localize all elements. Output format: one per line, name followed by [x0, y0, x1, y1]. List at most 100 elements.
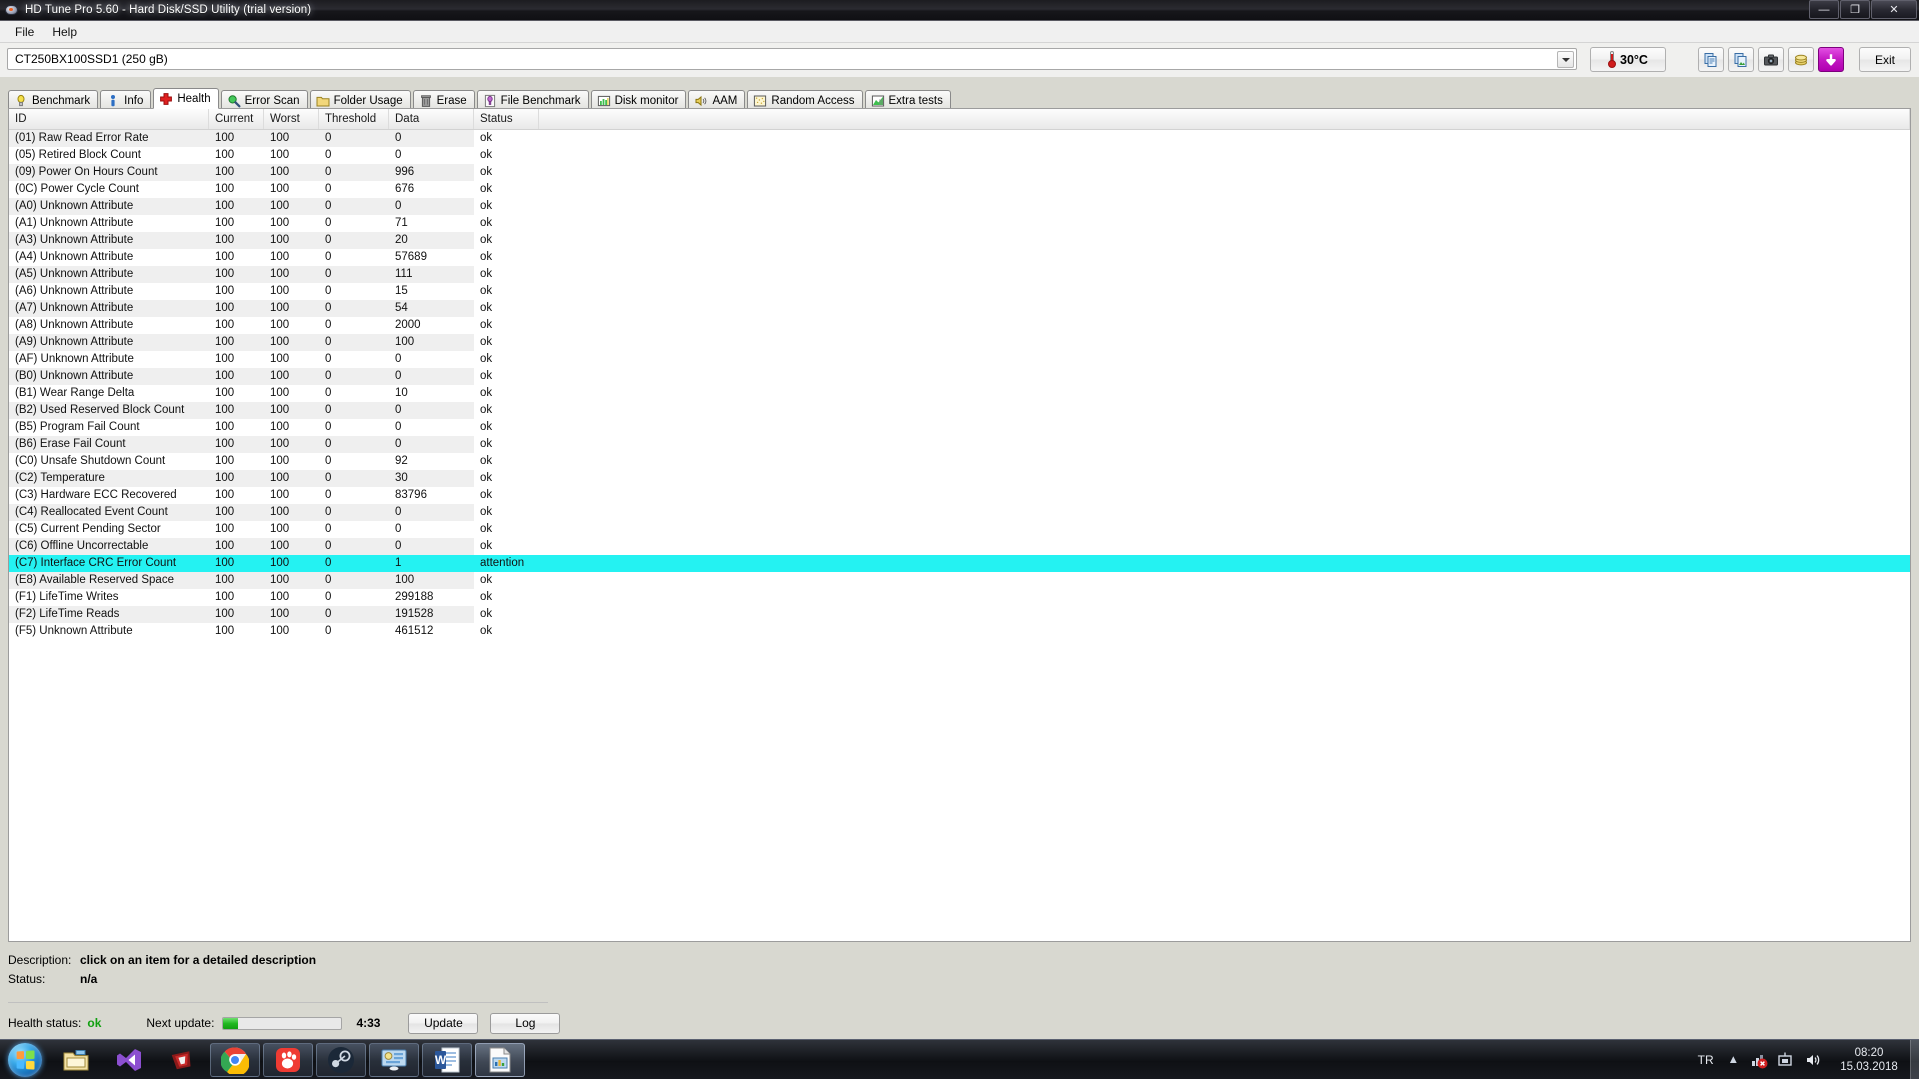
- taskbar-item-google-chrome[interactable]: [210, 1042, 260, 1077]
- table-row[interactable]: (A6) Unknown Attribute 100 100 0 15 ok: [9, 283, 1910, 300]
- table-row[interactable]: (F5) Unknown Attribute 100 100 0 461512 ok: [9, 623, 1910, 640]
- table-row[interactable]: (01) Raw Read Error Rate 100 100 0 0 ok: [9, 130, 1910, 147]
- cell-filler: [539, 351, 1910, 368]
- maximize-button[interactable]: ❐: [1840, 0, 1870, 19]
- table-row[interactable]: (C2) Temperature 100 100 0 30 ok: [9, 470, 1910, 487]
- tab-health[interactable]: Health: [153, 88, 219, 109]
- network-error-icon[interactable]: [1749, 1050, 1769, 1070]
- table-row[interactable]: (A5) Unknown Attribute 100 100 0 111 ok: [9, 266, 1910, 283]
- table-row[interactable]: (B1) Wear Range Delta 100 100 0 10 ok: [9, 385, 1910, 402]
- cell-threshold: 0: [325, 353, 332, 365]
- action-center-icon[interactable]: [1776, 1050, 1796, 1070]
- screenshot-button[interactable]: [1758, 47, 1784, 72]
- table-row[interactable]: (C0) Unsafe Shutdown Count 100 100 0 92 ok: [9, 453, 1910, 470]
- show-desktop-button[interactable]: [1910, 1040, 1919, 1079]
- table-row[interactable]: (C5) Current Pending Sector 100 100 0 0 ok: [9, 521, 1910, 538]
- tab-disk-monitor[interactable]: Disk monitor: [590, 90, 687, 110]
- tab-erase[interactable]: Erase: [412, 90, 475, 110]
- taskbar-item-hd-tune-pro[interactable]: [475, 1042, 525, 1077]
- table-row[interactable]: (A3) Unknown Attribute 100 100 0 20 ok: [9, 232, 1910, 249]
- cell-status: ok: [480, 149, 493, 161]
- clock[interactable]: 08:20 15.03.2018: [1830, 1046, 1908, 1074]
- exit-button[interactable]: Exit: [1859, 47, 1911, 72]
- title-bar: HD Tune Pro 5.60 - Hard Disk/SSD Utility…: [0, 0, 1919, 21]
- table-row[interactable]: (B5) Program Fail Count 100 100 0 0 ok: [9, 419, 1910, 436]
- cell-data: 0: [395, 421, 402, 433]
- tab-info[interactable]: Info: [100, 90, 152, 110]
- table-row[interactable]: (A0) Unknown Attribute 100 100 0 0 ok: [9, 198, 1910, 215]
- table-row[interactable]: (F2) LifeTime Reads 100 100 0 191528 ok: [9, 606, 1910, 623]
- taskbar-item-steam[interactable]: [316, 1042, 366, 1077]
- table-row[interactable]: (B0) Unknown Attribute 100 100 0 0 ok: [9, 368, 1910, 385]
- taskbar-item-explorer[interactable]: [51, 1043, 101, 1077]
- tab-random-access[interactable]: Random Access: [747, 90, 863, 110]
- cell-filler: [539, 130, 1910, 147]
- disk-info-button[interactable]: [1788, 47, 1814, 72]
- log-button[interactable]: Log: [490, 1012, 561, 1034]
- table-row[interactable]: (B2) Used Reserved Block Count 100 100 0 0 ok: [9, 402, 1910, 419]
- taskbar-item-visual-studio[interactable]: [104, 1043, 154, 1077]
- column-header-threshold[interactable]: Threshold: [319, 109, 389, 129]
- tab-extra-tests[interactable]: Extra tests: [864, 90, 951, 110]
- table-row[interactable]: (AF) Unknown Attribute 100 100 0 0 ok: [9, 351, 1910, 368]
- start-button[interactable]: [2, 1041, 48, 1079]
- update-button[interactable]: Update: [408, 1012, 479, 1034]
- table-row[interactable]: (C4) Reallocated Event Count 100 100 0 0 ok: [9, 504, 1910, 521]
- table-row[interactable]: (C6) Offline Uncorrectable 100 100 0 0 ok: [9, 538, 1910, 555]
- close-button[interactable]: ✕: [1871, 0, 1917, 19]
- taskbar-item-control-panel[interactable]: [369, 1042, 419, 1077]
- cell-worst: 100: [270, 455, 290, 467]
- tab-folder-usage[interactable]: Folder Usage: [309, 90, 411, 110]
- tray-language[interactable]: TR: [1698, 1053, 1714, 1067]
- cell-current: 100: [209, 538, 264, 555]
- table-row[interactable]: (C7) Interface CRC Error Count 100 100 0 1 at…: [9, 555, 1910, 572]
- cell-worst: 100: [264, 436, 319, 453]
- minimize-button[interactable]: —: [1809, 0, 1839, 19]
- table-row[interactable]: (05) Retired Block Count 100 100 0 0 ok: [9, 147, 1910, 164]
- table-row[interactable]: (A9) Unknown Attribute 100 100 0 100 ok: [9, 334, 1910, 351]
- taskbar-item-ruby[interactable]: [157, 1043, 207, 1077]
- cell-filler: [539, 555, 1910, 572]
- tab-benchmark[interactable]: Benchmark: [8, 90, 99, 110]
- cell-data: 20: [389, 232, 474, 249]
- chevron-up-icon[interactable]: ▲: [1728, 1054, 1739, 1066]
- volume-icon[interactable]: [1803, 1050, 1823, 1070]
- cell-status: ok: [480, 506, 493, 518]
- copy-to-clipboard-button[interactable]: [1698, 47, 1724, 72]
- cell-current: 100: [215, 523, 235, 535]
- table-row[interactable]: (A7) Unknown Attribute 100 100 0 54 ok: [9, 300, 1910, 317]
- menu-item-help[interactable]: Help: [43, 23, 86, 41]
- cell-worst: 100: [264, 232, 319, 249]
- column-header-id[interactable]: ID: [9, 109, 209, 129]
- table-row[interactable]: (A4) Unknown Attribute 100 100 0 57689 ok: [9, 249, 1910, 266]
- cell-threshold: 0: [325, 285, 332, 297]
- column-header-status[interactable]: Status: [474, 109, 539, 129]
- column-header-data[interactable]: Data: [389, 109, 474, 129]
- taskbar-item-microsoft-word[interactable]: W: [422, 1042, 472, 1077]
- taskbar-item-gom-player[interactable]: [263, 1042, 313, 1077]
- menu-item-file[interactable]: File: [6, 23, 43, 41]
- column-header-current[interactable]: Current: [209, 109, 264, 129]
- tab-aam[interactable]: AAM: [688, 90, 746, 110]
- cell-filler: [539, 215, 1910, 232]
- table-row[interactable]: (0C) Power Cycle Count 100 100 0 676 ok: [9, 181, 1910, 198]
- table-row[interactable]: (A8) Unknown Attribute 100 100 0 2000 ok: [9, 317, 1910, 334]
- tab-error-scan[interactable]: Error Scan: [220, 90, 308, 110]
- copy-image-button[interactable]: [1728, 47, 1754, 72]
- chevron-down-icon[interactable]: [1557, 51, 1574, 68]
- cell-filler: [539, 453, 1910, 470]
- save-button[interactable]: [1818, 47, 1844, 72]
- cell-threshold: 0: [319, 300, 389, 317]
- table-row[interactable]: (E8) Available Reserved Space 100 100 0 100 o…: [9, 572, 1910, 589]
- table-row[interactable]: (A1) Unknown Attribute 100 100 0 71 ok: [9, 215, 1910, 232]
- table-row[interactable]: (B6) Erase Fail Count 100 100 0 0 ok: [9, 436, 1910, 453]
- cell-filler: [539, 487, 1910, 504]
- column-header-worst[interactable]: Worst: [264, 109, 319, 129]
- cell-threshold: 0: [325, 625, 332, 637]
- cell-status: ok: [480, 625, 493, 637]
- table-row[interactable]: (C3) Hardware ECC Recovered 100 100 0 83796 o…: [9, 487, 1910, 504]
- tab-file-benchmark[interactable]: File Benchmark: [476, 90, 589, 110]
- device-select[interactable]: CT250BX100SSD1 (250 gB): [7, 48, 1577, 70]
- table-row[interactable]: (F1) LifeTime Writes 100 100 0 299188 ok: [9, 589, 1910, 606]
- table-row[interactable]: (09) Power On Hours Count 100 100 0 996 ok: [9, 164, 1910, 181]
